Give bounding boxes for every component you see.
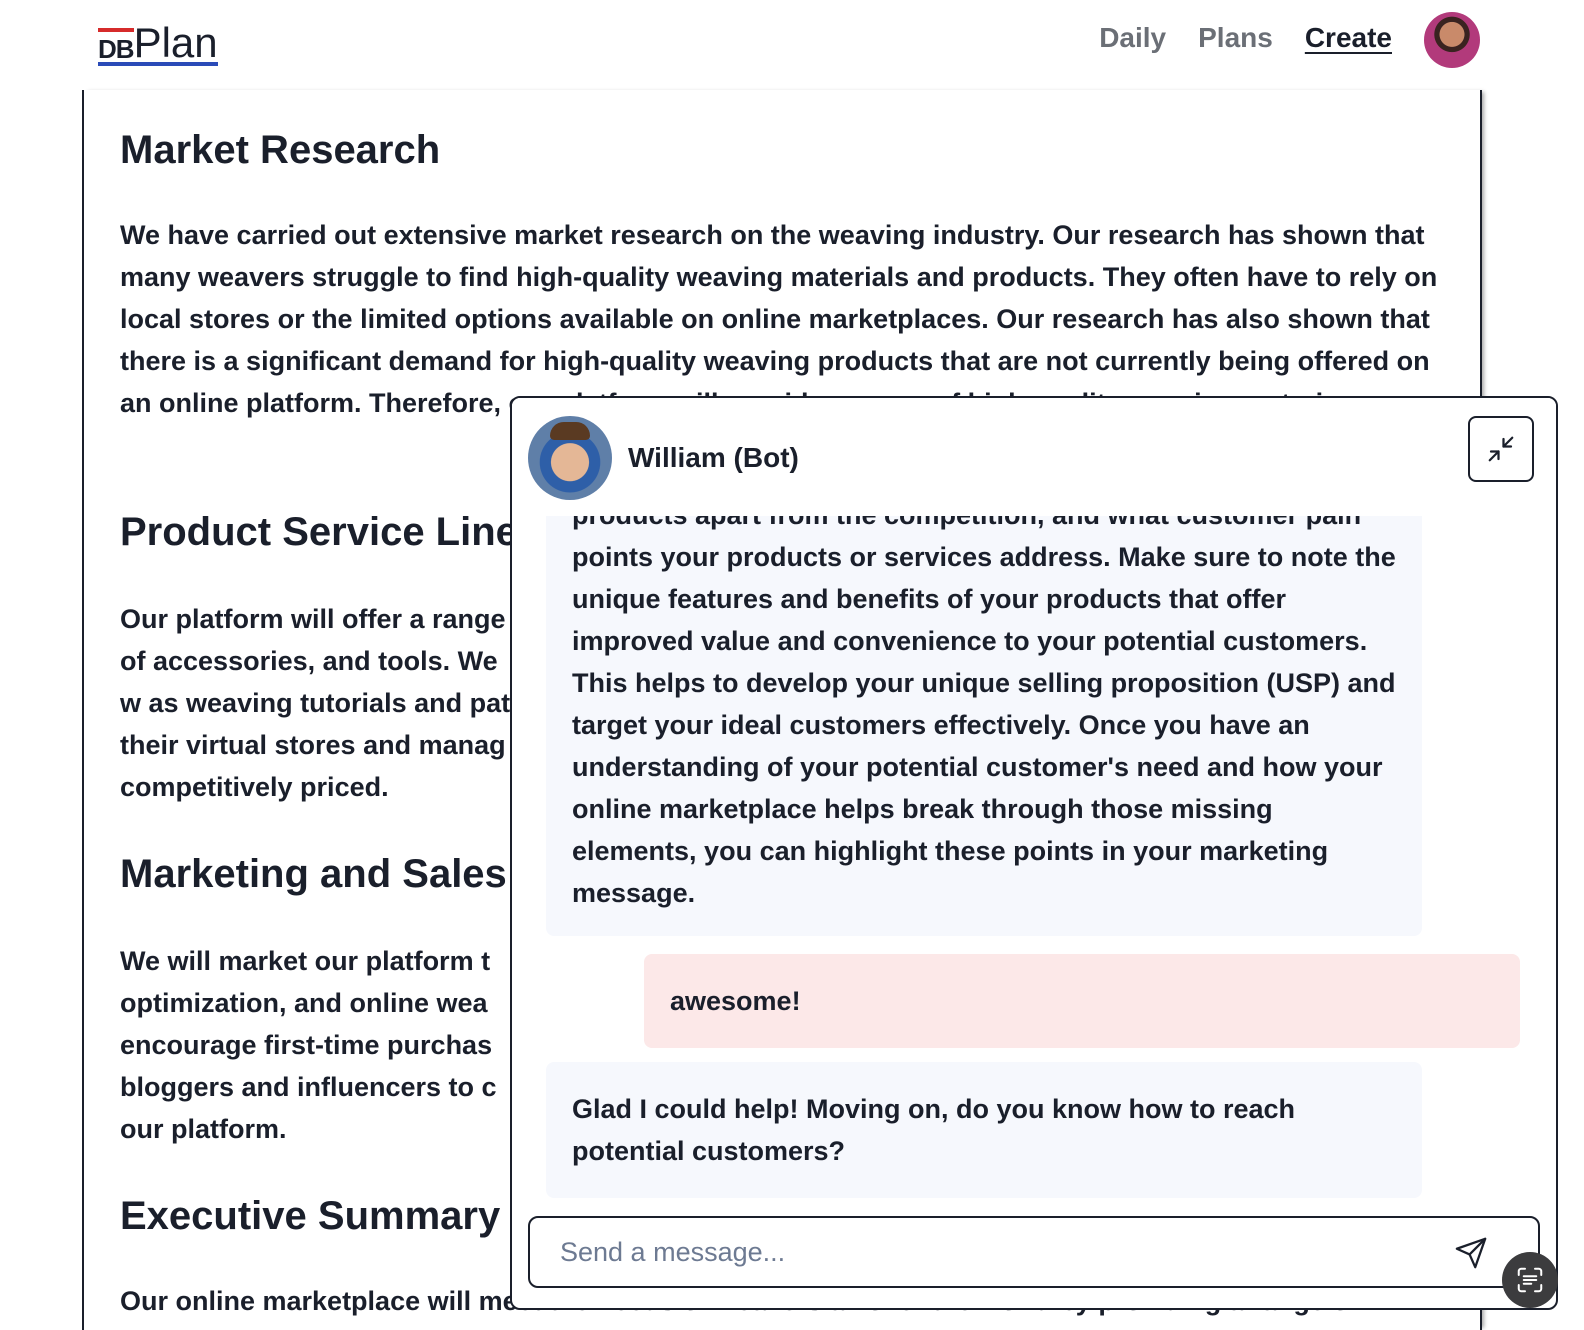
- minimize-chat-button[interactable]: [1468, 416, 1534, 482]
- chat-panel: William (Bot) products apart from the co…: [510, 396, 1558, 1310]
- app-header: DB Plan Daily Plans Create: [0, 0, 1584, 88]
- section-heading-marketing-sales: Marketing and Sales: [120, 852, 507, 896]
- main-nav: Daily Plans Create: [1099, 22, 1392, 54]
- section-body-product-service-line: Our platform will offer a range of acces…: [120, 604, 520, 802]
- message-text: products apart from the competition, and…: [572, 516, 1396, 908]
- minimize-icon: [1488, 436, 1514, 462]
- scan-text-icon: [1517, 1267, 1543, 1293]
- section-heading-executive-summary: Executive Summary: [120, 1194, 501, 1238]
- bot-message: Glad I could help! Moving on, do you kno…: [546, 1062, 1422, 1198]
- nav-create[interactable]: Create: [1305, 22, 1392, 54]
- message-input[interactable]: [558, 1230, 1442, 1274]
- send-icon[interactable]: [1454, 1236, 1488, 1270]
- message-text: Glad I could help! Moving on, do you kno…: [572, 1094, 1296, 1166]
- message-text: awesome!: [670, 986, 801, 1016]
- logo-main: Plan: [133, 19, 218, 66]
- section-body-marketing-sales: We will market our platform t optimizati…: [120, 946, 497, 1144]
- dbplan-logo[interactable]: DB Plan: [98, 19, 218, 66]
- user-avatar[interactable]: [1424, 12, 1480, 68]
- user-message: awesome!: [644, 954, 1520, 1048]
- logo-underline: [98, 62, 218, 66]
- message-list[interactable]: products apart from the competition, and…: [512, 516, 1556, 1206]
- chat-header: William (Bot): [512, 398, 1556, 516]
- section-body-market-research: We have carried out extensive market res…: [120, 220, 1438, 418]
- section-heading-product-service-line: Product Service Line: [120, 510, 518, 554]
- bot-message: products apart from the competition, and…: [546, 516, 1422, 936]
- bot-name: William (Bot): [628, 442, 799, 473]
- section-heading-market-research: Market Research: [120, 128, 441, 172]
- bot-avatar: [528, 416, 612, 500]
- message-composer: [528, 1216, 1540, 1288]
- nav-plans[interactable]: Plans: [1198, 22, 1273, 54]
- nav-daily[interactable]: Daily: [1099, 22, 1166, 54]
- logo-prefix: DB: [98, 28, 135, 64]
- scan-text-button[interactable]: [1502, 1252, 1558, 1308]
